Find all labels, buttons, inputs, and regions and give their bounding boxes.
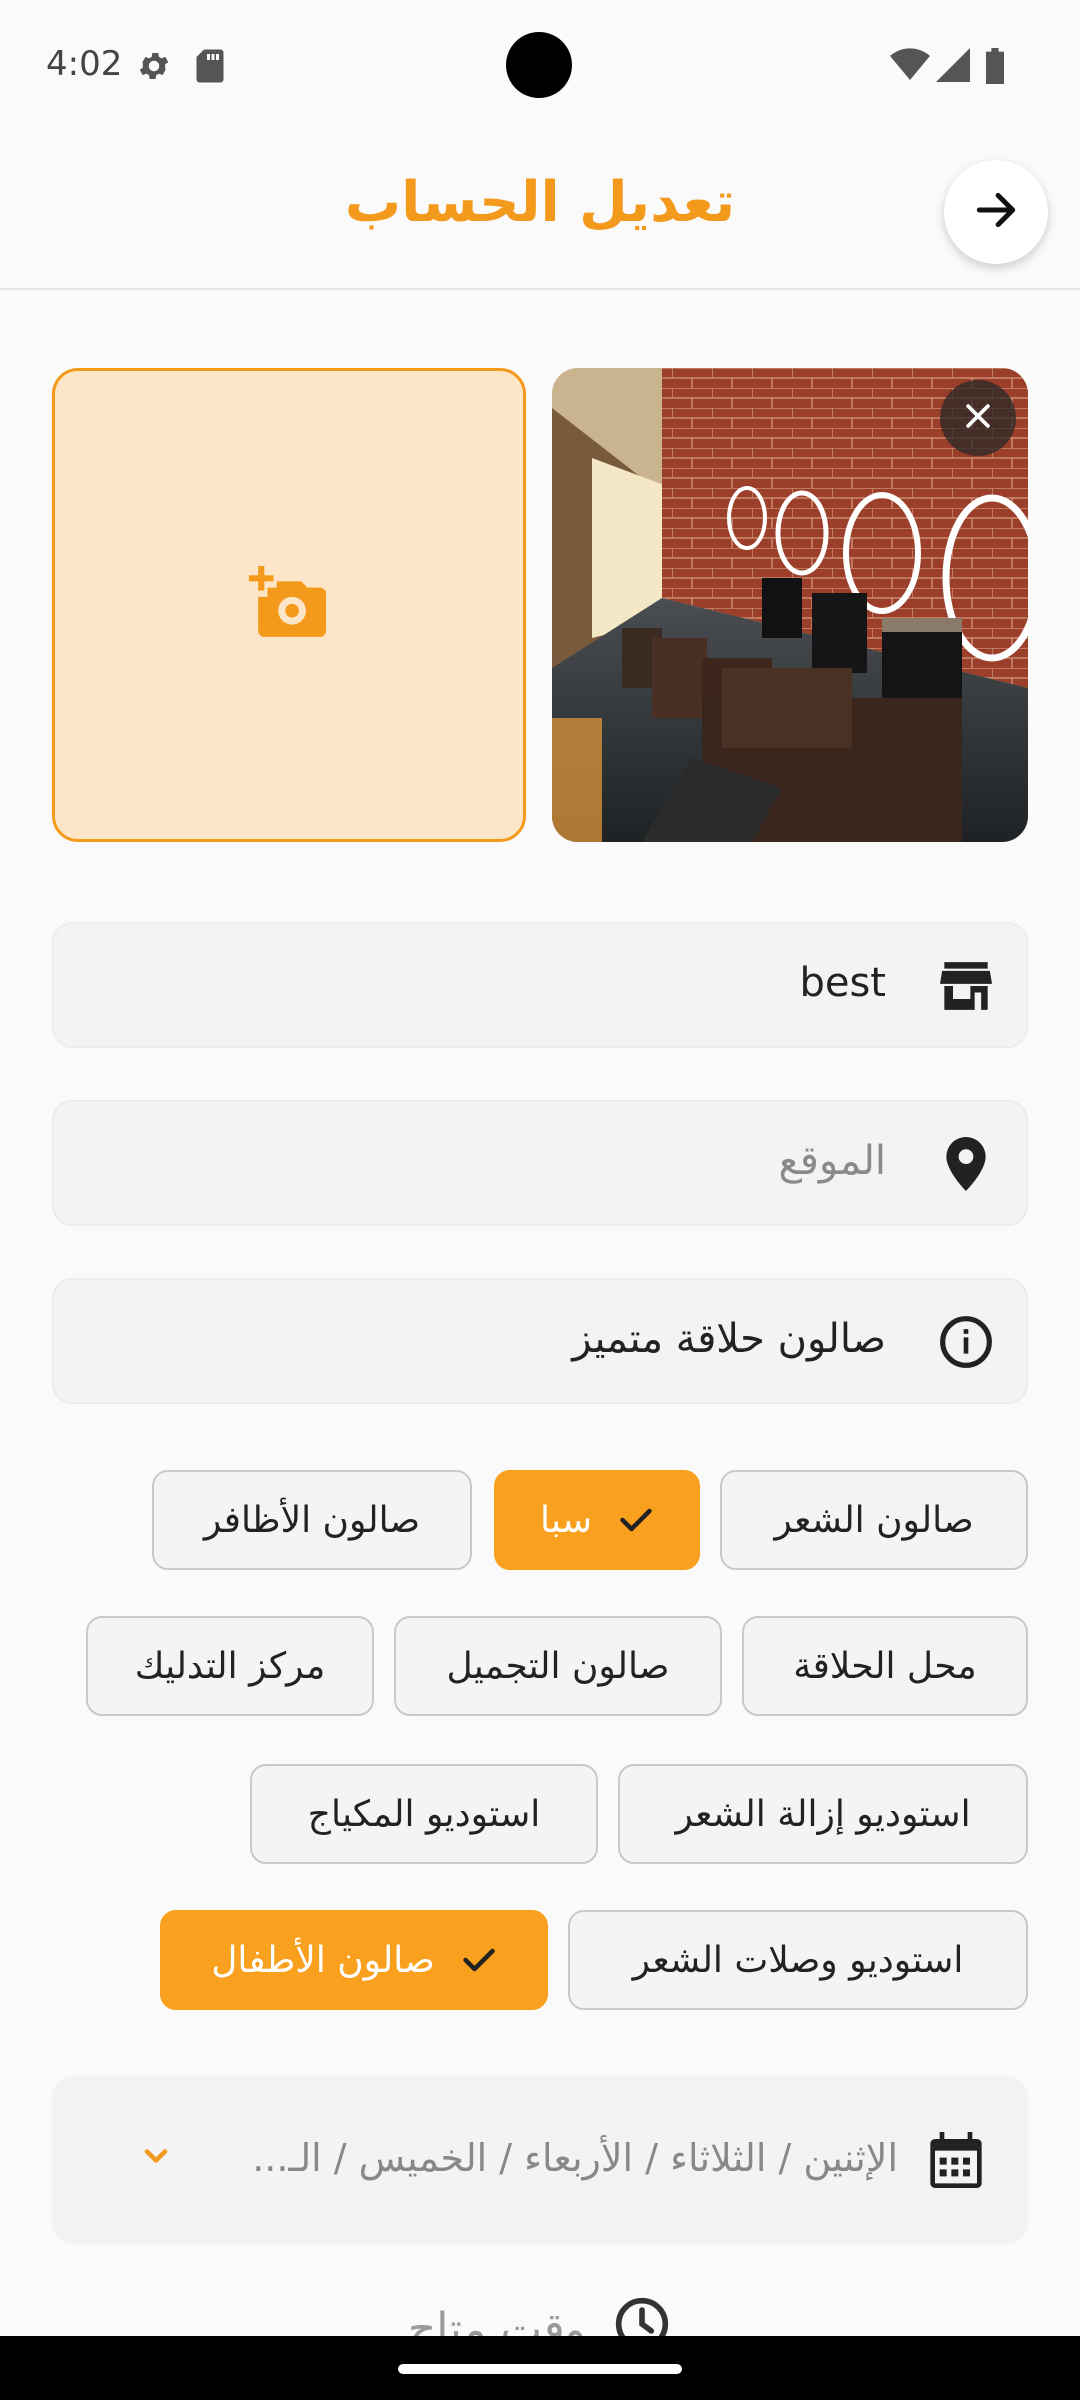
status-bar: 4:02 [0, 0, 1080, 130]
chip-label: صالون الأظافر [203, 1499, 421, 1541]
location-placeholder: الموقع [778, 1138, 887, 1184]
chip-label: سبا [540, 1499, 592, 1541]
wifi-icon [890, 48, 930, 86]
add-photo-button[interactable] [52, 368, 526, 842]
chip-label: استوديو إزالة الشعر [675, 1793, 971, 1835]
chip-label: صالون التجميل [446, 1645, 670, 1687]
remove-photo-button[interactable] [940, 380, 1016, 456]
chip-hair-salon[interactable]: صالون الشعر [720, 1470, 1028, 1570]
description-field[interactable]: صالون حلاقة متميز [52, 1278, 1028, 1404]
location-pin-icon [938, 1136, 994, 1192]
chip-label: استوديو وصلات الشعر [632, 1939, 964, 1981]
chip-makeup-studio[interactable]: استوديو المكياج [250, 1764, 598, 1864]
check-icon [461, 1945, 497, 1975]
close-icon [961, 399, 995, 437]
chip-spa[interactable]: سبا [494, 1470, 700, 1570]
description-value: صالون حلاقة متميز [572, 1316, 886, 1362]
business-name-field[interactable]: best [52, 922, 1028, 1048]
business-name-value: best [799, 960, 886, 1006]
check-icon [618, 1505, 654, 1535]
chip-beauty-salon[interactable]: صالون التجميل [394, 1616, 722, 1716]
add-a-photo-icon [248, 566, 330, 644]
arrow-forward-icon [971, 185, 1021, 239]
storefront-icon [938, 958, 994, 1014]
app-bar: تعديل الحساب [0, 130, 1080, 290]
status-time: 4:02 [46, 44, 123, 84]
location-field[interactable]: الموقع [52, 1100, 1028, 1226]
chip-kids-salon[interactable]: صالون الأطفال [160, 1910, 548, 2010]
chip-hair-extensions-studio[interactable]: استوديو وصلات الشعر [568, 1910, 1028, 2010]
screen: 4:02 تعديل الحساب best الموقع صالون حلاق… [0, 0, 1080, 2400]
page-title: تعديل الحساب [344, 170, 736, 235]
chip-label: صالون الشعر [774, 1499, 974, 1541]
chip-barber-shop[interactable]: محل الحلاقة [742, 1616, 1028, 1716]
sd-card-icon [194, 48, 226, 88]
chevron-down-icon [138, 2138, 174, 2178]
cellular-signal-icon [936, 48, 970, 86]
chip-label: صالون الأطفال [211, 1939, 435, 1981]
chip-label: مركز التدليك [134, 1645, 326, 1687]
working-days-dropdown[interactable]: الإثنين / الثلاثاء / الأربعاء / الخميس /… [52, 2076, 1028, 2244]
chip-label: استوديو المكياج [307, 1793, 541, 1835]
chip-massage-center[interactable]: مركز التدليك [86, 1616, 374, 1716]
settings-gear-icon [136, 48, 172, 88]
chip-nail-salon[interactable]: صالون الأظافر [152, 1470, 472, 1570]
chip-hair-removal-studio[interactable]: استوديو إزالة الشعر [618, 1764, 1028, 1864]
battery-icon [984, 48, 1006, 88]
back-button[interactable] [944, 160, 1048, 264]
working-days-value: الإثنين / الثلاثاء / الأربعاء / الخميس /… [252, 2136, 898, 2180]
camera-cutout [506, 32, 572, 98]
system-navigation-bar [0, 2336, 1080, 2400]
chip-label: محل الحلاقة [793, 1645, 977, 1687]
calendar-icon [930, 2132, 982, 2192]
salon-photo[interactable] [552, 368, 1028, 842]
home-gesture-handle[interactable] [398, 2364, 682, 2374]
info-icon [938, 1314, 994, 1370]
